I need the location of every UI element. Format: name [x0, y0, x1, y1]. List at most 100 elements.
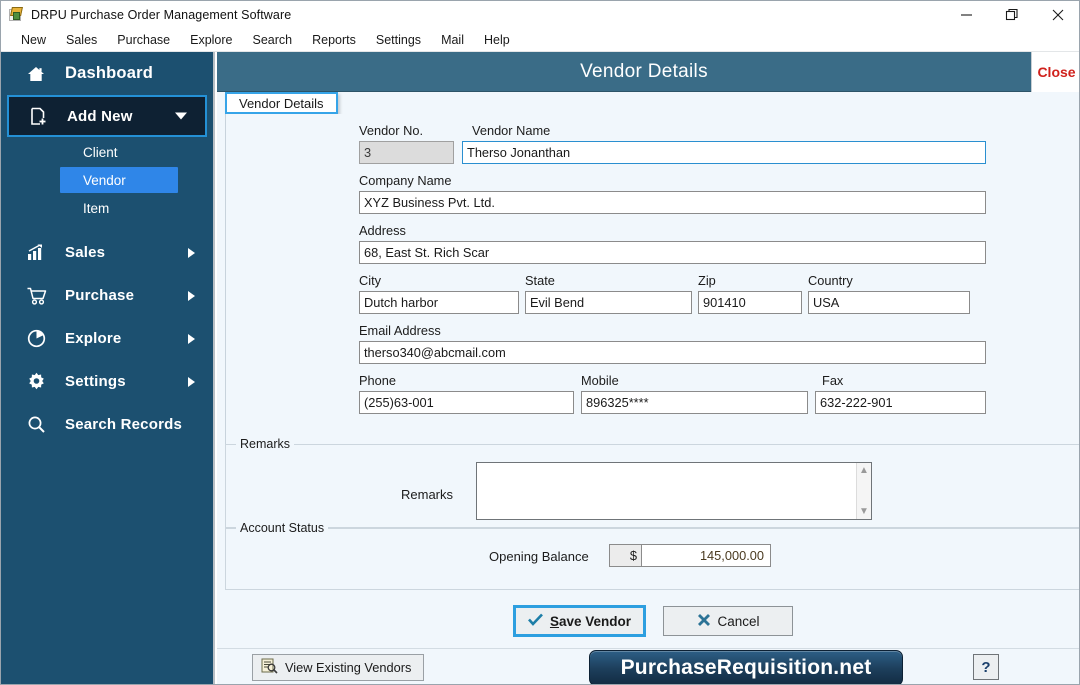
scroll-down-icon[interactable]: ▼: [859, 507, 869, 517]
sidebar-item-label: Purchase: [65, 287, 135, 304]
form-body: Vendor No. Vendor Name 3 Therso Jonantha…: [225, 114, 1079, 485]
title-bar: DRPU Purchase Order Management Software: [1, 1, 1079, 29]
chevron-right-icon: [188, 333, 195, 344]
row-location-labels: City State Zip Country: [359, 273, 989, 291]
opening-balance-input[interactable]: 145,000.00: [641, 544, 771, 567]
state-label: State: [525, 273, 555, 288]
sidebar-subitem-item[interactable]: Item: [1, 193, 213, 223]
add-document-icon: [29, 107, 55, 126]
check-icon: [527, 613, 543, 629]
remarks-group-title: Remarks: [236, 437, 295, 451]
sidebar-subitem-vendor[interactable]: Vendor: [60, 167, 178, 193]
country-label: Country: [808, 273, 853, 288]
remarks-text: [477, 463, 856, 519]
tab-strip: Vendor Details: [225, 92, 1079, 114]
brand-banner: PurchaseRequisition.net: [589, 650, 903, 684]
menu-item-purchase[interactable]: Purchase: [107, 31, 180, 49]
phone-label: Phone: [359, 373, 397, 388]
vendor-name-label: Vendor Name: [472, 123, 551, 138]
sidebar-subitem-label: Item: [83, 200, 110, 216]
main-panel: Vendor Details Close Vendor Details Vend…: [217, 52, 1079, 684]
zip-input[interactable]: 901410: [698, 291, 802, 314]
fax-label: Fax: [822, 373, 844, 388]
bar-chart-icon: [27, 244, 53, 261]
company-name-label: Company Name: [359, 173, 452, 188]
chevron-right-icon: [188, 290, 195, 301]
row-vendor-inputs: 3 Therso Jonanthan: [359, 141, 989, 164]
sidebar-item-search-records[interactable]: Search Records: [1, 403, 213, 446]
sidebar-item-label: Explore: [65, 330, 122, 347]
scroll-up-icon[interactable]: ▲: [859, 466, 869, 476]
sidebar-item-add-new[interactable]: Add New: [7, 95, 207, 137]
magnifier-icon: [27, 415, 53, 434]
window-controls: [943, 1, 1079, 29]
remarks-textarea[interactable]: ▲ ▼: [476, 462, 872, 520]
sidebar-item-label: Settings: [65, 373, 126, 390]
question-mark-icon[interactable]: ?: [973, 654, 999, 680]
close-form-button[interactable]: Close: [1031, 52, 1079, 92]
menu-item-mail[interactable]: Mail: [431, 31, 474, 49]
save-accel-letter: S: [549, 613, 559, 629]
remarks-field-label: Remarks: [401, 487, 454, 502]
account-status-group-title: Account Status: [236, 521, 329, 535]
mobile-input[interactable]: 896325****: [581, 391, 808, 414]
sidebar: Dashboard Add New Client Vendor Item Sal…: [1, 52, 215, 684]
menu-item-reports[interactable]: Reports: [302, 31, 366, 49]
sidebar-item-settings[interactable]: Settings: [1, 360, 213, 403]
vendor-fields: Vendor No. Vendor Name 3 Therso Jonantha…: [359, 114, 989, 414]
minimize-icon[interactable]: [943, 1, 989, 29]
maximize-icon[interactable]: [989, 1, 1035, 29]
sidebar-item-explore[interactable]: Explore: [1, 317, 213, 360]
menu-item-explore[interactable]: Explore: [180, 31, 242, 49]
cancel-button[interactable]: Cancel: [663, 606, 794, 636]
sidebar-subitem-label: Vendor: [83, 172, 126, 188]
chevron-down-icon: [175, 112, 187, 120]
zip-label: Zip: [698, 273, 716, 288]
fax-input[interactable]: 632-222-901: [815, 391, 986, 414]
row-contact-labels: Phone Mobile Fax: [359, 373, 989, 391]
home-icon: [27, 66, 53, 82]
sidebar-item-purchase[interactable]: Purchase: [1, 274, 213, 317]
app-icon: [8, 6, 24, 23]
address-input[interactable]: 68, East St. Rich Scar: [359, 241, 986, 264]
row-location-inputs: Dutch harbor Evil Bend 901410 USA: [359, 291, 989, 314]
menu-item-settings[interactable]: Settings: [366, 31, 431, 49]
menu-item-sales[interactable]: Sales: [56, 31, 107, 49]
sidebar-item-dashboard[interactable]: Dashboard: [1, 52, 213, 95]
pie-chart-icon: [27, 329, 53, 348]
sidebar-item-label: Search Records: [65, 416, 183, 433]
currency-symbol: $: [609, 544, 641, 567]
save-vendor-button[interactable]: Save Vendor: [512, 605, 647, 637]
sidebar-item-label: Dashboard: [65, 64, 153, 82]
account-status-group: Account Status Opening Balance $ 145,000…: [225, 521, 1079, 590]
document-search-icon: [261, 658, 278, 677]
country-input[interactable]: USA: [808, 291, 970, 314]
menu-item-search[interactable]: Search: [243, 31, 303, 49]
application-window: DRPU Purchase Order Management Software …: [0, 0, 1080, 685]
address-label: Address: [359, 223, 406, 238]
save-label-rest: ave Vendor: [558, 613, 632, 629]
tab-vendor-details[interactable]: Vendor Details: [225, 92, 338, 114]
footer-bar: View Existing Vendors PurchaseRequisitio…: [217, 648, 1079, 684]
mobile-label: Mobile: [581, 373, 619, 388]
cancel-label: Cancel: [717, 613, 760, 629]
chevron-right-icon: [188, 247, 195, 258]
menu-bar: New Sales Purchase Explore Search Report…: [1, 29, 1079, 52]
menu-item-new[interactable]: New: [11, 31, 56, 49]
sidebar-item-sales[interactable]: Sales: [1, 231, 213, 274]
phone-input[interactable]: (255)63-001: [359, 391, 574, 414]
close-icon[interactable]: [1035, 1, 1079, 29]
menu-item-help[interactable]: Help: [474, 31, 520, 49]
company-name-input[interactable]: XYZ Business Pvt. Ltd.: [359, 191, 986, 214]
email-input[interactable]: therso340@abcmail.com: [359, 341, 986, 364]
cross-icon: [697, 613, 711, 630]
window-title: DRPU Purchase Order Management Software: [31, 7, 292, 22]
city-input[interactable]: Dutch harbor: [359, 291, 519, 314]
sidebar-subitem-label: Client: [83, 144, 118, 160]
page-title: Vendor Details: [580, 60, 708, 82]
state-input[interactable]: Evil Bend: [525, 291, 692, 314]
view-existing-vendors-button[interactable]: View Existing Vendors: [252, 654, 425, 681]
sidebar-subitem-client[interactable]: Client: [1, 137, 213, 167]
vendor-name-input[interactable]: Therso Jonanthan: [462, 141, 986, 164]
remarks-scrollbar[interactable]: ▲ ▼: [856, 463, 871, 519]
